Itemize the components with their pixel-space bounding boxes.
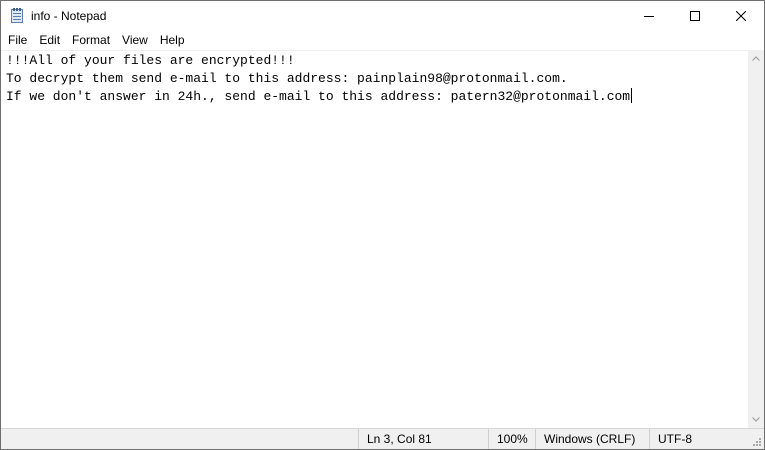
minimize-icon <box>644 16 654 17</box>
status-line-ending: Windows (CRLF) <box>535 429 649 449</box>
text-editor[interactable]: !!!All of your files are encrypted!!! To… <box>1 50 748 428</box>
editor-line-1-text: !!!All of your files are encrypted!!! <box>6 53 295 68</box>
editor-line-2-text: To decrypt them send e-mail to this addr… <box>6 71 568 86</box>
chevron-up-icon <box>752 56 760 61</box>
chevron-down-icon <box>752 417 760 422</box>
status-bar: Ln 3, Col 81 100% Windows (CRLF) UTF-8 <box>1 428 764 449</box>
close-icon <box>736 11 746 21</box>
status-encoding: UTF-8 <box>649 429 748 449</box>
editor-line-3-text: If we don't answer in 24h., send e-mail … <box>6 89 631 104</box>
maximize-icon <box>690 11 700 21</box>
vertical-scrollbar[interactable] <box>748 50 764 428</box>
notepad-window: info - Notepad File Edit Format View Hel… <box>0 0 765 450</box>
notepad-icon[interactable] <box>9 8 25 24</box>
resize-grip-icon[interactable] <box>750 435 762 447</box>
maximize-button[interactable] <box>672 1 718 31</box>
menu-bar: File Edit Format View Help <box>1 31 764 50</box>
menu-help[interactable]: Help <box>154 31 191 50</box>
close-button[interactable] <box>718 1 764 31</box>
minimize-button[interactable] <box>626 1 672 31</box>
menu-edit[interactable]: Edit <box>33 31 66 50</box>
window-controls <box>626 1 764 31</box>
editor-line-2: To decrypt them send e-mail to this addr… <box>6 70 568 88</box>
status-zoom: 100% <box>488 429 535 449</box>
menu-view[interactable]: View <box>116 31 154 50</box>
editor-line-1: !!!All of your files are encrypted!!! <box>6 52 295 70</box>
status-cursor-position: Ln 3, Col 81 <box>358 429 488 449</box>
title-bar[interactable]: info - Notepad <box>1 1 764 31</box>
text-caret <box>631 88 633 103</box>
menu-format[interactable]: Format <box>66 31 116 50</box>
scroll-down-button[interactable] <box>748 411 764 428</box>
window-title: info - Notepad <box>31 9 107 23</box>
editor-line-3: If we don't answer in 24h., send e-mail … <box>6 88 633 106</box>
menu-file[interactable]: File <box>1 31 33 50</box>
scroll-up-button[interactable] <box>748 50 764 67</box>
